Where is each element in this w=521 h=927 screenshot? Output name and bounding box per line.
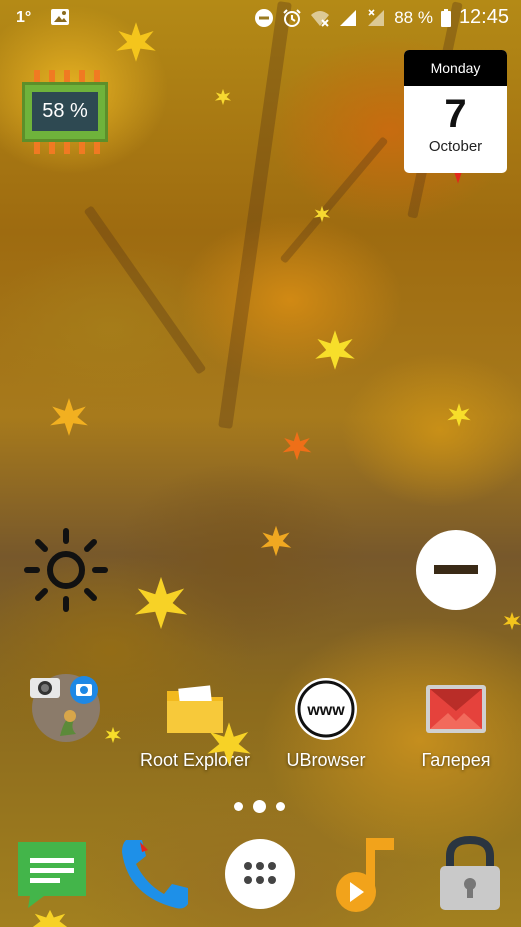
- battery-widget-value: 58 %: [42, 100, 88, 122]
- app-gallery[interactable]: Галерея: [391, 672, 521, 782]
- messages-icon[interactable]: [14, 836, 90, 912]
- battery-pin: [34, 142, 40, 154]
- page-dot[interactable]: [276, 802, 285, 811]
- calendar-month: October: [428, 138, 483, 155]
- page-dot-active[interactable]: [253, 800, 266, 813]
- clock-text: 12:45: [458, 6, 509, 28]
- music-icon[interactable]: [326, 836, 402, 912]
- wallpaper-branch: [279, 136, 389, 264]
- browser-icon-text: www: [306, 702, 345, 719]
- lock-icon[interactable]: [432, 836, 508, 912]
- battery-pin: [34, 70, 40, 82]
- minus-icon: [434, 565, 478, 574]
- app-drawer-icon[interactable]: [222, 836, 298, 912]
- leaf-icon: [282, 431, 312, 461]
- battery-pin: [49, 142, 55, 154]
- battery-pin: [79, 142, 85, 154]
- leaf-icon: [50, 398, 88, 436]
- image-notification-icon: [51, 9, 69, 25]
- gallery-icon: [426, 685, 486, 733]
- battery-widget[interactable]: 58 %: [22, 70, 108, 156]
- calendar-widget[interactable]: Monday 7 October: [404, 50, 507, 173]
- page-indicator[interactable]: [234, 800, 285, 813]
- camera-app-icon: [30, 674, 100, 742]
- battery-widget-body: 58 %: [22, 82, 108, 142]
- battery-pin: [94, 70, 100, 82]
- do-not-disturb-toggle[interactable]: [416, 530, 496, 610]
- leaf-icon: [315, 330, 355, 370]
- app-label: UBrowser: [286, 750, 366, 770]
- wifi-off-icon: [311, 10, 330, 27]
- calendar-day: 7: [444, 92, 467, 136]
- battery-pin: [64, 142, 70, 154]
- phone-icon[interactable]: [118, 836, 194, 912]
- battery-pin: [64, 70, 70, 82]
- battery-pin: [94, 142, 100, 154]
- app-camera[interactable]: [0, 672, 130, 782]
- brightness-icon[interactable]: [24, 527, 108, 613]
- battery-percent-text: 88 %: [394, 7, 433, 27]
- app-label: Галерея: [421, 750, 491, 770]
- leaf-icon: [447, 403, 471, 427]
- signal-no-data-icon: [368, 8, 385, 26]
- calendar-weekday: Monday: [404, 50, 507, 86]
- do-not-disturb-icon: [255, 8, 274, 27]
- alarm-icon: [283, 8, 301, 27]
- temperature-text: 1°: [16, 9, 32, 26]
- leaf-icon: [207, 722, 251, 766]
- leaf-icon: [134, 576, 188, 630]
- status-bar: 1° 88 % 12:45: [0, 0, 521, 36]
- app-ubrowser[interactable]: www UBrowser: [261, 672, 391, 782]
- battery-icon: [440, 8, 451, 27]
- wallpaper-branch: [218, 1, 292, 429]
- wallpaper-branch: [83, 205, 207, 375]
- battery-pin: [49, 70, 55, 82]
- battery-pin: [79, 70, 85, 82]
- leaf-icon: [214, 88, 232, 106]
- leaf-icon: [260, 525, 292, 557]
- page-dot[interactable]: [234, 802, 243, 811]
- leaf-icon: [503, 612, 521, 630]
- browser-icon: www: [295, 678, 357, 740]
- battery-widget-screen: 58 %: [32, 92, 98, 131]
- signal-icon: [340, 9, 357, 26]
- status-icons: 88 % 12:45: [254, 6, 509, 29]
- leaf-icon: [313, 205, 331, 223]
